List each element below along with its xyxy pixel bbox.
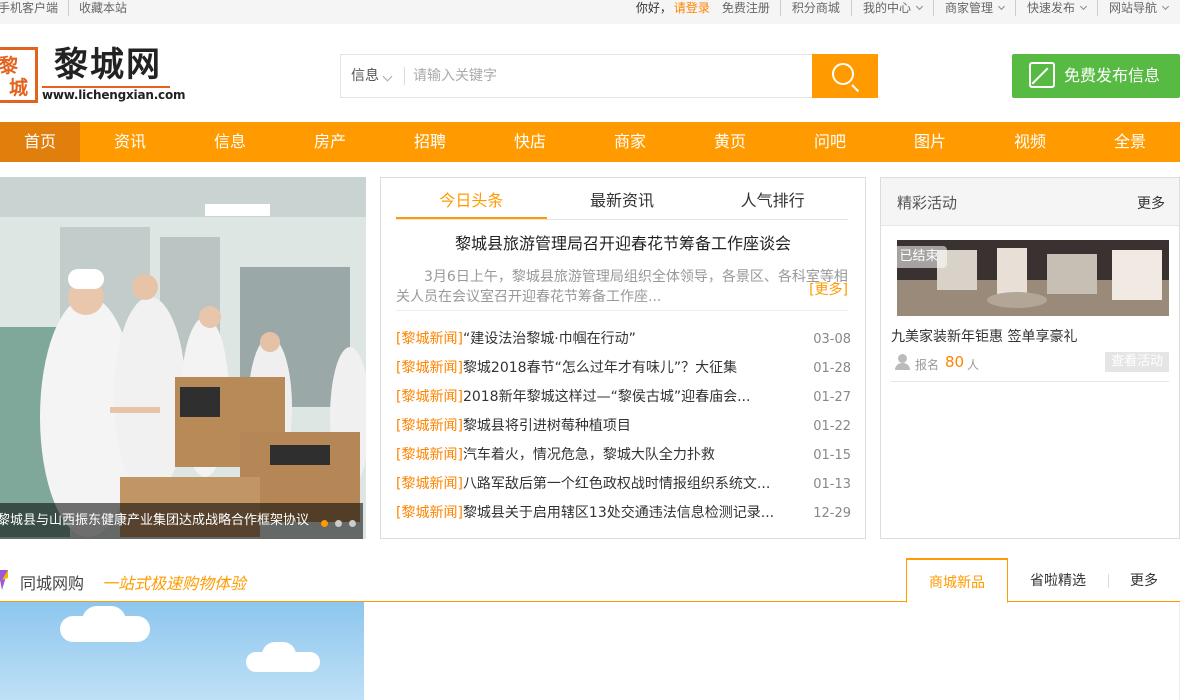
more-link[interactable]: [更多] (809, 280, 848, 300)
shop-tabs: 商城新品 省啦精选 更多 (906, 558, 1180, 603)
nav-item-shops[interactable]: 快店 (480, 122, 580, 162)
divider (404, 67, 405, 85)
activity-panel: 精彩活动 更多 已结束 九美家装新年钜惠 签单享豪礼 报名 80 人 查看活动 (880, 177, 1180, 539)
chevron-down-icon (382, 71, 393, 82)
main-nav: 首页 资讯 信息 房产 招聘 快店 商家 黄页 问吧 图片 视频 全景 (0, 122, 1180, 162)
favorite-link[interactable]: 收藏本站 (68, 0, 137, 16)
chevron-down-icon (1161, 2, 1170, 11)
top-bar: 手机客户端 收藏本站 你好， 请登录 免费注册 积分商城 我的中心 商家管理 快… (0, 0, 1180, 24)
list-item[interactable]: [黎城新闻] 汽车着火，情况危急，黎城大队全力扑救 01-15 (396, 441, 851, 470)
free-publish-button[interactable]: 免费发布信息 (1012, 54, 1180, 98)
signup-unit: 人 (967, 358, 980, 372)
list-item[interactable]: [黎城新闻] “建设法治黎城·巾帼在行动” 03-08 (396, 325, 851, 354)
news-summary: 3月6日上午，黎城县旅游管理局组织全体领导，各景区、各科室等相关人员在会议室召开… (396, 267, 848, 311)
list-item[interactable]: [黎城新闻] 黎城县关于启用辖区13处交通违法信息检测记录... 12-29 (396, 499, 851, 528)
carousel-dots (314, 520, 356, 527)
tab-more[interactable]: 更多 (1108, 558, 1180, 602)
list-item[interactable]: [黎城新闻] 黎城县将引进树莓种植项目 01-22 (396, 412, 851, 441)
carousel-dot[interactable] (349, 520, 356, 527)
greeting-text: 你好， (635, 1, 672, 15)
status-badge: 已结束 (897, 246, 947, 268)
nav-item-qa[interactable]: 问吧 (780, 122, 880, 162)
edit-icon (1029, 62, 1055, 88)
shop-product-area (364, 602, 1180, 700)
activity-header: 精彩活动 更多 (881, 178, 1179, 226)
tab-latest-news[interactable]: 最新资讯 (547, 186, 698, 219)
chevron-down-icon (915, 2, 923, 11)
carousel-dot[interactable] (335, 520, 342, 527)
shop-title: 同城网购 (20, 574, 85, 593)
points-mall-link[interactable]: 积分商城 (779, 0, 851, 16)
search-category-select[interactable]: 信息 (341, 55, 404, 97)
carousel-dot[interactable] (321, 520, 328, 527)
tab-popular[interactable]: 人气排行 (697, 186, 848, 219)
nav-item-videos[interactable]: 视频 (980, 122, 1080, 162)
shop-slogan: 一站式极速购物体验 (102, 574, 247, 593)
site-nav-menu[interactable]: 网站导航 (1096, 0, 1170, 16)
user-icon (895, 354, 910, 370)
mobile-client-link[interactable]: 手机客户端 (0, 0, 68, 16)
my-center-menu[interactable]: 我的中心 (850, 0, 933, 16)
logo-url: www.lichengxian.com (42, 88, 186, 102)
search-button[interactable] (812, 54, 878, 98)
nav-item-pictures[interactable]: 图片 (880, 122, 980, 162)
nav-item-home[interactable]: 首页 (0, 122, 80, 162)
list-item[interactable]: [黎城新闻] 黎城2018春节“怎么过年才有味儿”？大征集 01-28 (396, 354, 851, 383)
nav-item-jobs[interactable]: 招聘 (380, 122, 480, 162)
site-logo[interactable]: 黎 城 黎城网 www.lichengxian.com (0, 44, 186, 104)
logo-seal: 黎 城 (0, 47, 38, 103)
carousel-photo (0, 177, 366, 539)
list-item[interactable]: [黎城新闻] 2018新年黎城这样过—“黎侯古城”迎春庙会... 01-27 (396, 383, 851, 412)
activity-more-link[interactable]: 更多 (1137, 193, 1165, 213)
nav-item-info[interactable]: 信息 (180, 122, 280, 162)
list-item[interactable]: [黎城新闻] 八路军敌后第一个红色政权战时情报组织系统文... 01-13 (396, 470, 851, 499)
top-bar-right: 你好， 请登录 免费注册 积分商城 我的中心 商家管理 快速发布 网站导航 (635, 0, 1170, 16)
news-list: [黎城新闻] “建设法治黎城·巾帼在行动” 03-08 [黎城新闻] 黎城2018春节… (396, 325, 851, 528)
nav-item-news[interactable]: 资讯 (80, 122, 180, 162)
shopping-section-header: 同城网购 一站式极速购物体验 商城新品 省啦精选 更多 (0, 558, 1180, 603)
top-bar-left: 手机客户端 收藏本站 (0, 0, 137, 16)
quick-publish-menu[interactable]: 快速发布 (1014, 0, 1097, 16)
logo-brand-text: 黎城网 (54, 45, 162, 85)
nav-item-merchants[interactable]: 商家 (580, 122, 680, 162)
nav-item-realestate[interactable]: 房产 (280, 122, 380, 162)
shop-banner-image[interactable] (0, 602, 364, 700)
chevron-down-icon (997, 2, 1006, 11)
tab-today-headlines[interactable]: 今日头条 (396, 186, 547, 219)
signup-label: 报名 (915, 358, 940, 372)
carousel-caption[interactable]: 黎城县与山西振东健康产业集团达成战略合作框架协议 (0, 503, 363, 539)
search-icon (832, 63, 854, 85)
news-headline[interactable]: 黎城县旅游管理局召开迎春花节筹备工作座谈会 (381, 230, 865, 254)
nav-item-yellowpages[interactable]: 黄页 (680, 122, 780, 162)
search-bar: 信息 (340, 54, 878, 98)
tab-mall-new[interactable]: 商城新品 (906, 558, 1008, 603)
signup-count: 80 (945, 353, 965, 371)
news-panel: 今日头条 最新资讯 人气排行 黎城县旅游管理局召开迎春花节筹备工作座谈会 3月6… (380, 177, 866, 539)
login-link[interactable]: 请登录 (674, 0, 710, 16)
nav-item-panorama[interactable]: 全景 (1080, 122, 1180, 162)
activity-name[interactable]: 九美家装新年钜惠 签单享豪礼 (891, 326, 1077, 346)
shop-mark-icon (0, 570, 8, 590)
chevron-down-icon (1079, 2, 1088, 11)
search-input[interactable] (413, 56, 803, 96)
news-tabs: 今日头条 最新资讯 人气排行 (396, 186, 848, 220)
news-carousel[interactable]: 黎城县与山西振东健康产业集团达成战略合作框架协议 (0, 177, 366, 539)
register-link[interactable]: 免费注册 (722, 0, 770, 16)
activity-title: 精彩活动 (897, 194, 958, 212)
merchant-manage-menu[interactable]: 商家管理 (932, 0, 1015, 16)
activity-image[interactable]: 已结束 (897, 240, 1169, 316)
view-activity-button[interactable]: 查看活动 (1105, 352, 1169, 372)
tab-shengla-picks[interactable]: 省啦精选 (1008, 558, 1108, 602)
activity-meta: 报名 80 人 查看活动 (891, 352, 1169, 382)
